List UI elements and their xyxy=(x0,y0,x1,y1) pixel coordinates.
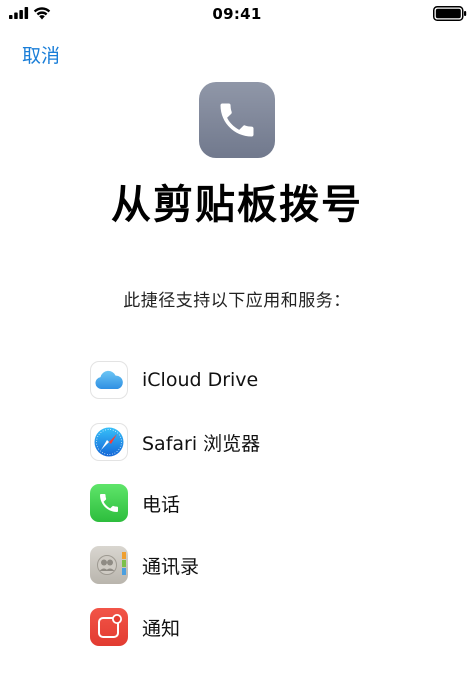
page-subtitle: 此捷径支持以下应用和服务： xyxy=(123,291,351,311)
contacts-icon xyxy=(90,546,128,584)
icloud-drive-icon xyxy=(90,361,128,399)
app-label: 通讯录 xyxy=(142,555,200,578)
phone-icon xyxy=(90,484,128,522)
app-label: Safari 浏览器 xyxy=(142,432,261,455)
notifications-icon xyxy=(90,608,128,646)
phone-handset-icon xyxy=(220,103,254,137)
page-title: 从剪贴板拨号 xyxy=(111,182,363,228)
app-row-notifications: 通知 xyxy=(90,607,420,647)
app-label: 通知 xyxy=(142,617,181,640)
app-row-phone: 电话 xyxy=(90,483,420,523)
status-time: 09:41 xyxy=(212,5,262,23)
safari-icon xyxy=(90,423,128,461)
cancel-button[interactable]: 取消 xyxy=(22,41,60,68)
battery-icon xyxy=(433,6,467,21)
app-label: 电话 xyxy=(142,493,181,516)
app-row-icloud-drive: iCloud Drive xyxy=(90,360,420,400)
app-label: iCloud Drive xyxy=(142,369,259,391)
app-row-contacts: 通讯录 xyxy=(90,545,420,585)
status-bar: 09:41 xyxy=(0,0,474,26)
shortcut-icon xyxy=(199,82,275,158)
app-row-safari: Safari 浏览器 xyxy=(90,422,420,462)
